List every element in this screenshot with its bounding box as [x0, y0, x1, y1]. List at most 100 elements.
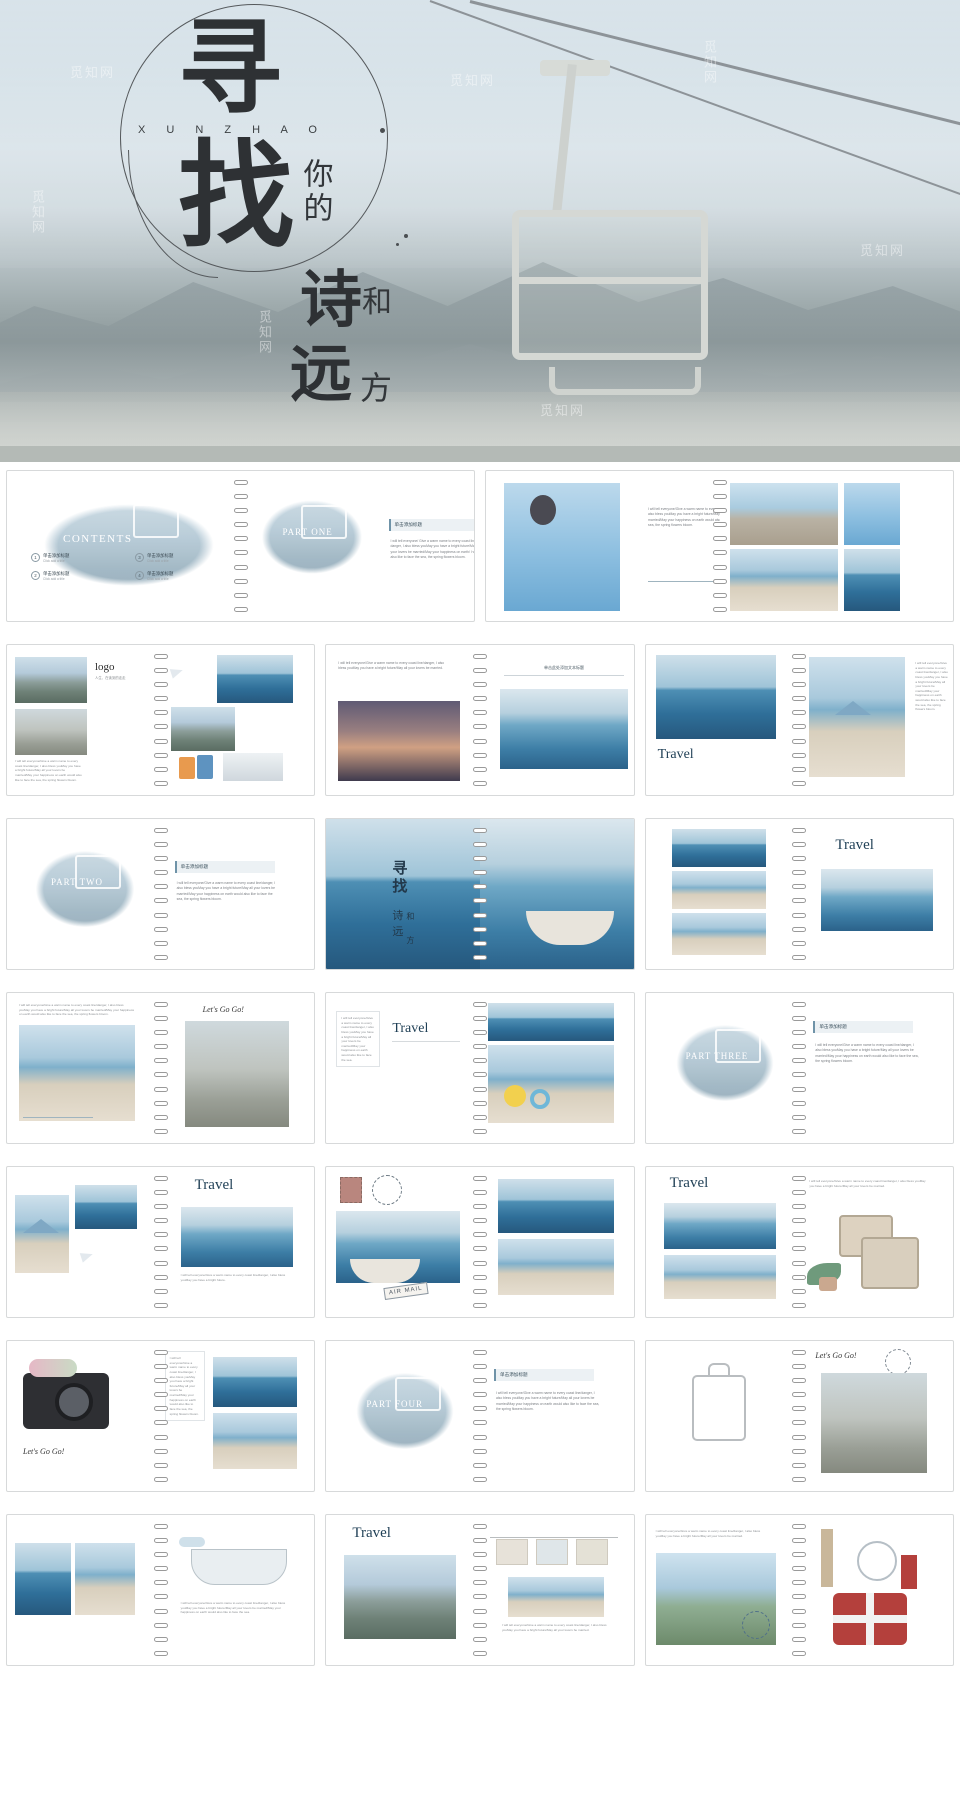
slide-char-6: 方: [406, 936, 415, 945]
part-label: PART TWO: [51, 877, 104, 887]
body-text: I will tell everyone/Give a warm name to…: [809, 1179, 926, 1188]
slide-row-2: logo 人生，在读到的走走 I will tell everyone/Give…: [0, 636, 960, 810]
section-heading: 单击此处添加文本标题: [544, 665, 584, 670]
text-card: I will tell everyone/Give a warm name to…: [336, 1011, 381, 1068]
photo-beach-bottom: [498, 1239, 614, 1295]
airmail-left-page: AIR MAIL: [326, 1167, 480, 1317]
slide-camera[interactable]: Let's Go Go! I will tell everyone/Give a…: [6, 1340, 316, 1492]
slide-contents-partone[interactable]: CONTENTS 1 单击添加标题 Click add a title 2 单击…: [6, 470, 475, 622]
swim-ring-icon: [530, 1089, 550, 1109]
slide-xunzhao-boat[interactable]: 寻 找 诗 和 远 方: [325, 818, 635, 970]
contents-item-sub: Click add a title: [43, 559, 65, 563]
photo-clothesline: [490, 1537, 618, 1538]
slide-part-two[interactable]: PART TWO 单击添加标题 I will tell everyone/Giv…: [6, 818, 316, 970]
spiral-binding: [791, 819, 807, 969]
body-text: I will tell everyone/Give a warm name to…: [176, 881, 276, 901]
logo-right-page: [161, 645, 315, 795]
spiral-binding: [153, 645, 169, 795]
photo-sea: [212, 1357, 297, 1407]
suitcase-handle-icon: [707, 1363, 730, 1377]
slide-row-7: I will tell everyone/Give a warm name to…: [0, 1506, 960, 1680]
float-right-page: [480, 993, 634, 1143]
collage-left-page: I will tell everyone/Give a warm name to…: [486, 471, 720, 621]
slide-lets-go-go[interactable]: I will tell everyone/Give a warm name to…: [6, 992, 316, 1144]
spiral-binding: [791, 1167, 807, 1317]
body-text: I will tell everyone/Give a warm name to…: [19, 1003, 135, 1017]
xunzhao-right-page: [480, 819, 634, 969]
london-left-page: I will tell everyone/Give a warm name to…: [646, 1515, 800, 1665]
slide-travel-polaroid[interactable]: Travel I will tell everyone/Give a warm …: [325, 1514, 635, 1666]
sunset-right-page: 单击此处添加文本标题: [480, 645, 634, 795]
slide-travel-float-ring[interactable]: I will tell everyone/Give a warm name to…: [325, 992, 635, 1144]
slide-travel-bench[interactable]: Travel I will tell everyone/Give a warm …: [644, 644, 954, 796]
hero-poem-char-3: 远: [290, 341, 353, 409]
travel-left-page: Travel: [646, 645, 800, 795]
slide-title: Travel: [352, 1525, 391, 1541]
slide-travel-suitcase[interactable]: Travel I will tell everyone/Give a warm …: [644, 1166, 954, 1318]
slide-travel-umbrella[interactable]: Travel I will tell everyone/Give a warm …: [6, 1166, 316, 1318]
section-heading: 单击添加标题: [494, 1369, 594, 1381]
chairlift-icon: [133, 504, 180, 539]
decorative-dot: [404, 234, 408, 238]
logo-subtitle: 人生，在读到的走走: [95, 676, 126, 680]
body-text: I will tell everyone/Give a warm name to…: [180, 1273, 286, 1282]
letsgo-right-page: Let's Go Go!: [161, 993, 315, 1143]
photo-pier: [500, 689, 628, 769]
contents-number: 2: [31, 571, 40, 580]
contents-number: 3: [135, 553, 144, 562]
slide-title: Travel: [194, 1177, 234, 1193]
brush-photo-mask: [342, 1355, 469, 1467]
photo-sea: [15, 1543, 71, 1615]
slide-luggage-bicycle[interactable]: Let's Go Go!: [644, 1340, 954, 1492]
body-text: I will tell everyone/Give a warm name to…: [338, 661, 445, 671]
brush-photo-mask: [661, 1007, 788, 1119]
slide-london[interactable]: I will tell everyone/Give a warm name to…: [644, 1514, 954, 1666]
slide-travel-beach-grid[interactable]: Travel: [644, 818, 954, 970]
cruise-right-page: I will tell everyone/Give a warm name to…: [161, 1515, 315, 1665]
sunset-left-page: I will tell everyone/Give a warm name to…: [326, 645, 480, 795]
suitcase-outline-icon: [691, 1375, 746, 1441]
slide-title: Travel: [657, 747, 694, 762]
slide-char-5: 远: [392, 926, 404, 938]
photo-sunset-palms: [338, 701, 461, 781]
cloud-icon: [178, 1537, 205, 1547]
text-card: I will tell everyone/Give a warm name to…: [164, 1351, 205, 1422]
contents-number: 1: [31, 553, 40, 562]
divider: [392, 1041, 461, 1042]
polaroid-right-page: I will tell everyone/Give a warm name to…: [480, 1515, 634, 1665]
part-two-left-page: PART TWO: [7, 819, 161, 969]
photo-beach-wide: [508, 1577, 604, 1617]
photo-bicycle-building: [184, 1021, 289, 1127]
luggage-left-page: [646, 1341, 800, 1491]
photo-beach: [19, 1025, 135, 1121]
spiral-binding: [472, 819, 488, 969]
slide-part-three[interactable]: PART THREE 单击添加标题 I will tell everyone/G…: [644, 992, 954, 1144]
spiral-binding: [472, 993, 488, 1143]
photo-boat: [480, 819, 634, 969]
body-text: I will tell everyone/Give a warm name to…: [648, 507, 720, 527]
xunzhao-left-page: 寻 找 诗 和 远 方: [326, 819, 480, 969]
slide-air-mail[interactable]: AIR MAIL: [325, 1166, 635, 1318]
slide-part-four[interactable]: PART FOUR 单击添加标题 I will tell everyone/Gi…: [325, 1340, 635, 1492]
slide-photo-collage[interactable]: I will tell everyone/Give a warm name to…: [485, 470, 954, 622]
spiral-binding: [472, 1167, 488, 1317]
spiral-binding: [472, 645, 488, 795]
photo-seaside-village: [843, 549, 900, 611]
script-text: Let's Go Go!: [23, 1447, 65, 1456]
travel-right-page: I will tell everyone/Give a warm name to…: [799, 645, 953, 795]
script-text: Let's Go Go!: [815, 1351, 857, 1360]
divider: [504, 675, 624, 676]
postmark-icon: [741, 1611, 770, 1639]
umbrella-icon: [835, 701, 872, 715]
postmark-icon: [885, 1349, 912, 1375]
balloon-shape: [530, 495, 556, 525]
spiral-binding: [472, 1515, 488, 1665]
ferris-wheel-icon: [857, 1541, 898, 1581]
part-four-right-page: 单击添加标题 I will tell everyone/Give a warm …: [480, 1341, 634, 1491]
umbrella-left-page: [7, 1167, 161, 1317]
photo-bicycle-building: [821, 1373, 928, 1473]
slide-sunset-pier[interactable]: I will tell everyone/Give a warm name to…: [325, 644, 635, 796]
slide-logo[interactable]: logo 人生，在读到的走走 I will tell everyone/Give…: [6, 644, 316, 796]
slide-cruise-ship[interactable]: I will tell everyone/Give a warm name to…: [6, 1514, 316, 1666]
photo-sea-top: [498, 1179, 614, 1233]
